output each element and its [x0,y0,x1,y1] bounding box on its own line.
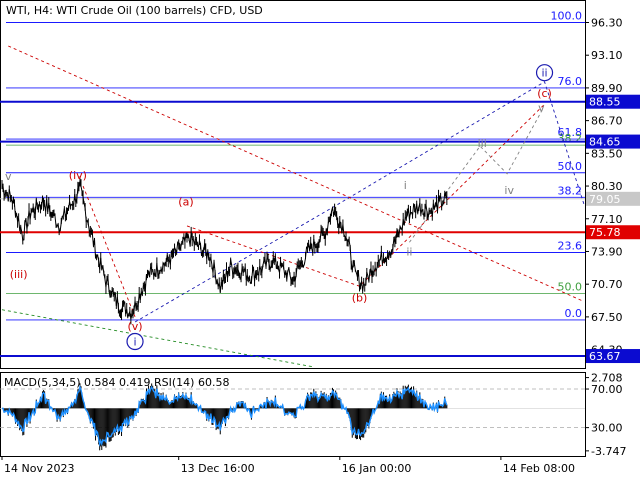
x-tick-label: 16 Jan 00:00 [342,462,412,475]
wave-forecast-path [1,309,314,368]
price-line [1,181,448,320]
current-price-label: 79.05 [589,193,621,206]
y-tick-label: 70.70 [591,278,623,291]
wave-forecast-path [82,185,136,318]
macd-histogram [2,383,448,451]
wave-label: (iii) [10,268,28,281]
wave-label: i [404,179,407,192]
wave-label: ii [541,67,547,80]
fib-level-label: 50.0 [558,160,583,173]
x-tick-label: 14 Feb 08:00 [503,462,575,475]
fib-level-label: 0.0 [565,307,583,320]
price-level-label: 88.55 [589,96,621,109]
wave-label: v [538,101,545,114]
y-tick-label: 83.50 [591,147,623,160]
wave-forecast-path [8,45,585,302]
x-tick-label: 13 Dec 16:00 [181,462,255,475]
fib-level-label: 50.0 [558,280,583,293]
y-tick-label: 80.30 [591,180,623,193]
y-tick-label: 73.90 [591,245,623,258]
wave-label: iv [504,184,514,197]
chart-canvas[interactable]: 96.30 93.10 89.90 86.70 83.50 80.30 77.10 73.90… [0,0,640,480]
wave-label: ii [406,246,412,259]
price-level-label: 75.78 [589,226,621,239]
fib-level-label: 76.0 [558,75,583,88]
y-tick-label: 86.70 [591,115,623,128]
indicator-y-label: 30.00 [591,422,623,435]
wave-label: (b) [352,292,368,305]
x-tick-label: 14 Nov 2023 [4,462,74,475]
wave-label: (a) [178,195,193,208]
fib-level-label: 23.6 [558,239,583,252]
y-tick-label: 77.10 [591,213,623,226]
indicator-y-label: -3.747 [591,445,626,458]
price-level-label: 84.65 [589,136,621,149]
wave-label: v [5,170,12,183]
indicator-y-label: 70.00 [591,383,623,396]
wave-label: iii [478,137,487,150]
wave-label: i [134,336,137,349]
wave-label: (iv) [69,169,87,182]
wave-forecast-path [409,111,542,243]
wave-label: (v) [127,320,142,333]
y-tick-label: 89.90 [591,82,623,95]
price-level-label: 63.67 [589,350,621,363]
y-tick-label: 67.50 [591,311,623,324]
y-tick-label: 96.30 [591,16,623,29]
wave-forecast-path [186,103,545,287]
indicator-label: MACD(5,34,5) 0.584 0.419 RSI(14) 60.58 [4,376,229,389]
main-plot-frame [0,0,586,369]
fib-level-label: 100.0 [551,9,583,22]
y-tick-label: 93.10 [591,49,623,62]
wave-label: (c) [537,87,552,100]
